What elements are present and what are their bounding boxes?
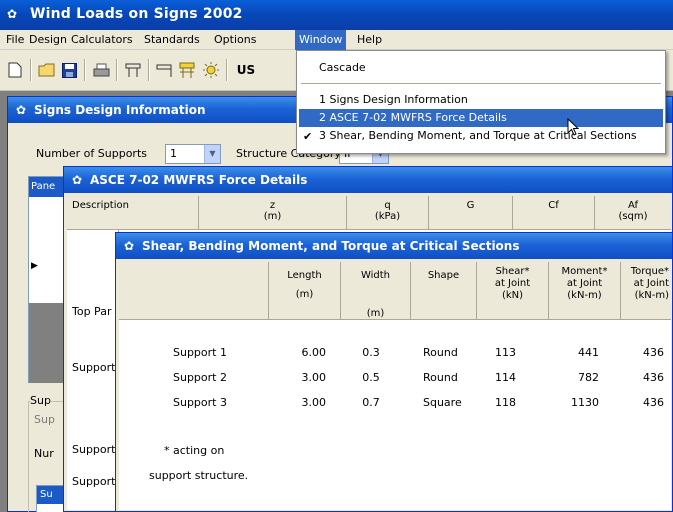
pane-column-header: Pane <box>29 177 67 197</box>
cantilever-sign-icon[interactable] <box>154 59 176 81</box>
toolbar-separator <box>84 59 86 81</box>
toolbar-separator <box>30 59 32 81</box>
row-moment: 1130 <box>571 396 599 409</box>
shear-grid-header: Length (m) Width (m) Shape Shear* at Joint… <box>119 262 671 320</box>
checkmark-icon: ✔ <box>303 130 313 143</box>
row-name: Support 3 <box>173 396 227 409</box>
asce-row-support: Support <box>72 475 116 488</box>
truss-sign-icon[interactable] <box>176 59 198 81</box>
asce-grid-header: Description z (m) q (kPa) G Cf Af (sqm) <box>67 196 671 230</box>
asce-title: ASCE 7-02 MWFRS Force Details <box>90 173 308 187</box>
shear-moment-torque-window: ✿ Shear, Bending Moment, and Torque at Cr… <box>115 232 673 512</box>
units-us-button[interactable]: US <box>232 59 260 81</box>
row-length: 6.00 <box>301 346 327 359</box>
app-icon: ✿ <box>7 7 18 21</box>
print-icon[interactable] <box>90 59 112 81</box>
header-cf: Cf <box>513 196 595 229</box>
header-description: Description <box>67 196 199 229</box>
num-supports-select[interactable]: 1 ▼ <box>165 144 221 164</box>
menu-item-cascade[interactable]: Cascade <box>299 59 663 77</box>
row-torque: 436 <box>643 346 664 359</box>
header-name <box>119 262 269 319</box>
toolbar-separator <box>148 59 150 81</box>
toolbar-separator <box>116 59 118 81</box>
header-q: q (kPa) <box>347 196 429 229</box>
menu-item-asce-force-details[interactable]: 2 ASCE 7-02 MWFRS Force Details <box>299 109 663 127</box>
window-icon: ✿ <box>72 173 83 187</box>
header-g: G <box>429 196 513 229</box>
row-name: Support 2 <box>173 371 227 384</box>
menu-separator <box>301 83 661 84</box>
window-menu-dropdown: Cascade 1 Signs Design Information 2 ASC… <box>296 50 666 154</box>
asce-titlebar[interactable]: ✿ ASCE 7-02 MWFRS Force Details <box>64 167 672 193</box>
header-shape: Shape <box>411 262 477 319</box>
header-z: z (m) <box>199 196 347 229</box>
shear-titlebar[interactable]: ✿ Shear, Bending Moment, and Torque at Cr… <box>116 233 672 259</box>
save-icon[interactable] <box>58 59 80 81</box>
num-label: Nur <box>34 447 54 460</box>
num-supports-label: Number of Supports <box>36 147 147 160</box>
supports-group-label: Sup <box>30 394 51 407</box>
row-length: 3.00 <box>301 371 327 384</box>
row-pointer-icon: ▶ <box>31 261 38 271</box>
menu-window[interactable]: Window <box>295 30 347 50</box>
header-width: Width (m) <box>341 262 411 319</box>
row-shear: 114 <box>495 371 516 384</box>
signs-design-title: Signs Design Information <box>34 103 206 117</box>
menu-design[interactable]: Design <box>25 30 71 50</box>
row-torque: 436 <box>643 371 664 384</box>
toolbar-separator <box>226 59 228 81</box>
num-supports-value: 1 <box>170 147 177 160</box>
row-moment: 441 <box>578 346 599 359</box>
shear-title: Shear, Bending Moment, and Torque at Cri… <box>142 239 520 253</box>
window-icon: ✿ <box>124 239 135 253</box>
row-torque: 436 <box>643 396 664 409</box>
row-width: 0.7 <box>362 396 380 409</box>
header-torque: Torque* at Joint (kN-m) <box>630 266 669 301</box>
header-length: Length (m) <box>269 262 341 319</box>
row-shear: 113 <box>495 346 516 359</box>
shear-grid[interactable]: Length (m) Width (m) Shape Shear* at Joint… <box>119 262 671 510</box>
menu-standards[interactable]: Standards <box>140 30 204 50</box>
row-shape: Round <box>423 371 458 384</box>
panel-grid[interactable]: Pane ▶ <box>28 176 68 383</box>
new-file-icon[interactable] <box>4 59 26 81</box>
row-length: 3.00 <box>301 396 327 409</box>
grid-empty-area <box>29 303 67 383</box>
row-shear: 118 <box>495 396 516 409</box>
menu-help[interactable]: Help <box>353 30 386 50</box>
row-shape: Square <box>423 396 462 409</box>
luminaire-icon[interactable] <box>200 59 222 81</box>
row-shape: Round <box>423 346 458 359</box>
header-shear: Shear* at Joint (kN) <box>477 262 549 319</box>
row-width: 0.3 <box>362 346 380 359</box>
footnote-line1: * acting on <box>164 444 225 457</box>
footnote-line2: support structure. <box>149 469 249 482</box>
sup-label: Sup <box>34 413 55 426</box>
chevron-down-icon[interactable]: ▼ <box>204 145 220 163</box>
asce-row-support: Support <box>72 443 116 456</box>
sign-structure-icon[interactable] <box>122 59 144 81</box>
header-af: Af (sqm) <box>618 200 648 222</box>
app-title: Wind Loads on Signs 2002 <box>30 6 243 22</box>
row-name: Support 1 <box>173 346 227 359</box>
row-width: 0.5 <box>362 371 380 384</box>
mouse-cursor-icon <box>567 118 580 136</box>
window-icon: ✿ <box>16 103 27 117</box>
row-moment: 782 <box>578 371 599 384</box>
menu-item-signs-design-information[interactable]: 1 Signs Design Information <box>299 91 663 109</box>
menu-item-shear-moment-torque[interactable]: 3 Shear, Bending Moment, and Torque at C… <box>299 127 663 145</box>
menu-calculators[interactable]: Calculators <box>67 30 137 50</box>
header-moment: Moment* at Joint (kN-m) <box>549 262 621 319</box>
menu-options[interactable]: Options <box>210 30 260 50</box>
open-folder-icon[interactable] <box>36 59 58 81</box>
app-titlebar: ✿ Wind Loads on Signs 2002 <box>0 0 673 30</box>
menubar: File Design Calculators Standards Option… <box>0 30 673 50</box>
asce-row-support: Support <box>72 361 116 374</box>
asce-row-top-panel: Top Par <box>72 305 112 318</box>
